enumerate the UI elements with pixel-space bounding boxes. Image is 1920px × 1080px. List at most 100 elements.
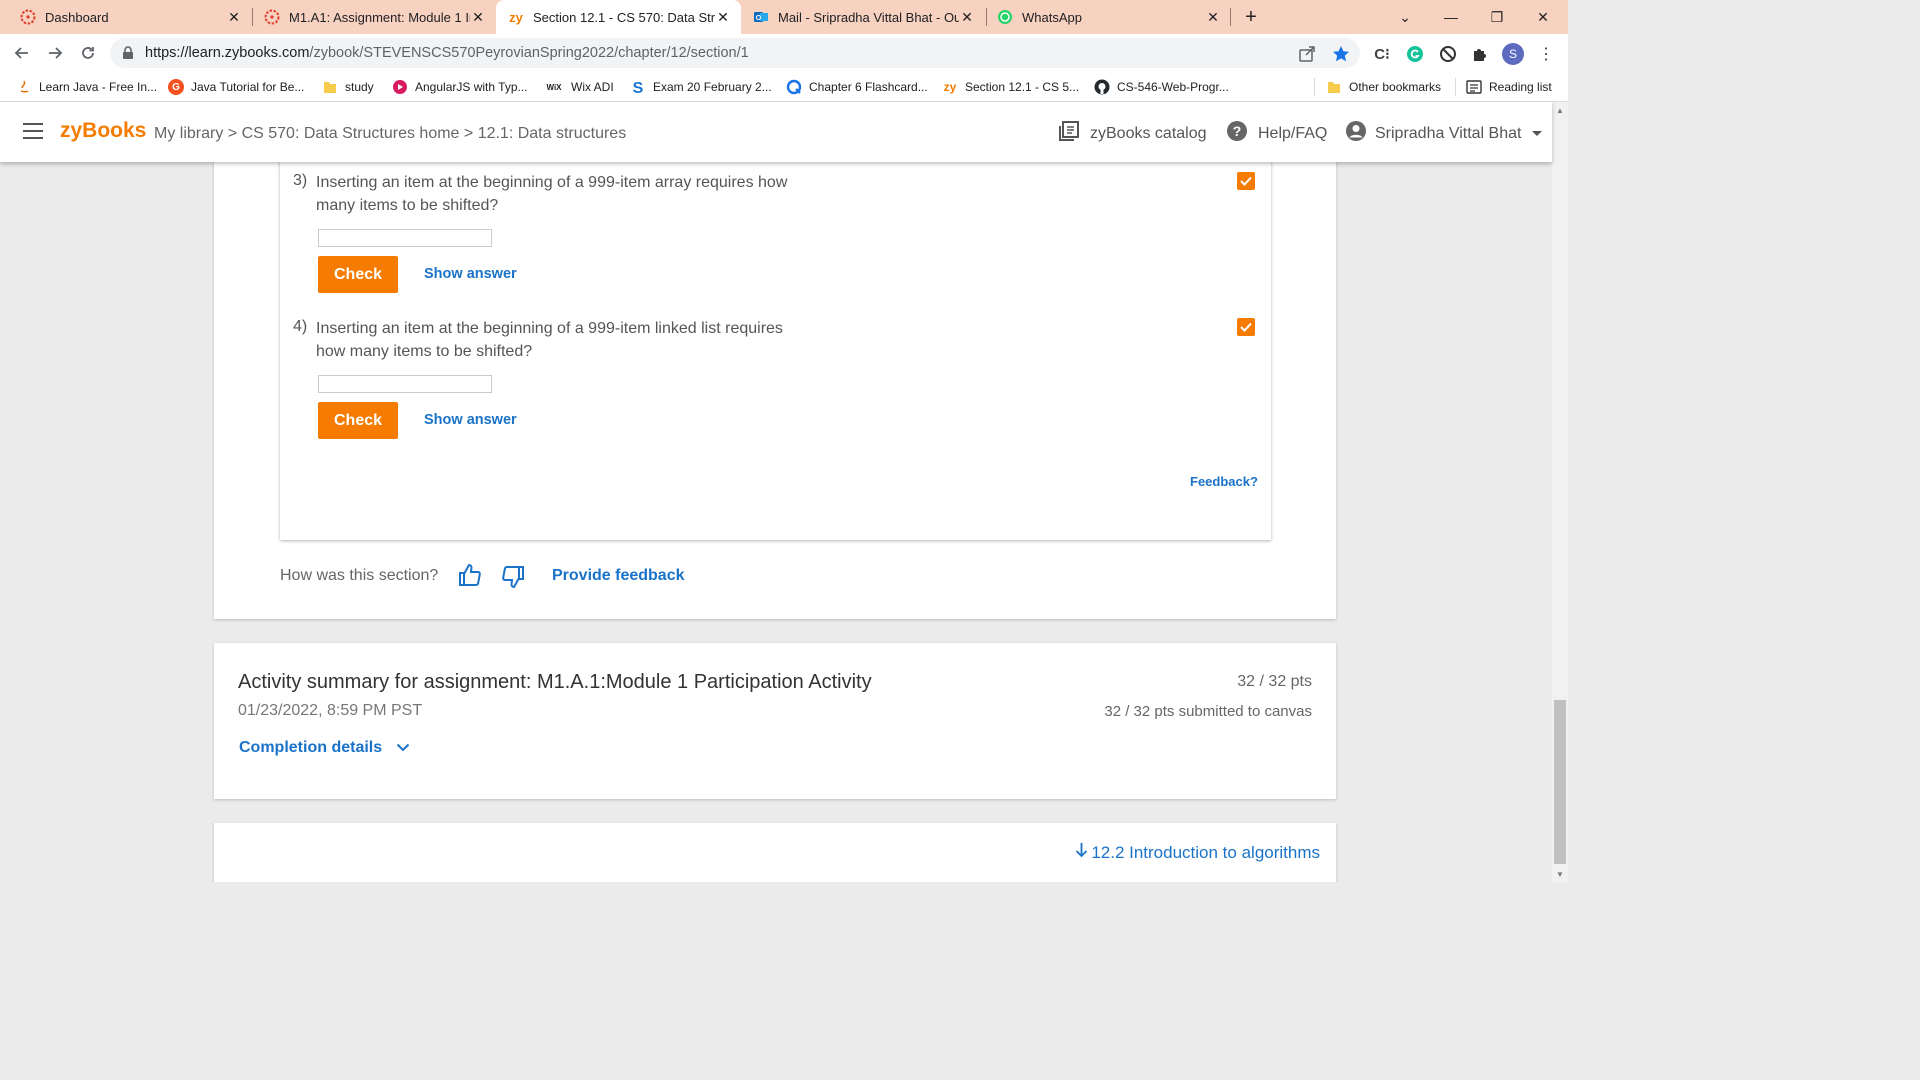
- restore-icon[interactable]: ❐: [1474, 0, 1520, 34]
- show-answer-link[interactable]: Show answer: [424, 266, 517, 282]
- answer-input[interactable]: [318, 229, 492, 247]
- bookmark-divider: [1455, 78, 1456, 96]
- activity-summary-card: Activity summary for assignment: M1.A.1:…: [214, 643, 1336, 799]
- close-window-icon[interactable]: ✕: [1520, 0, 1566, 34]
- menu-icon[interactable]: [23, 123, 43, 141]
- tab-dashboard[interactable]: Dashboard ✕: [0, 0, 252, 34]
- section-card: Check Show answer 3) Inserting an item a…: [214, 162, 1336, 619]
- reload-icon[interactable]: [74, 39, 102, 67]
- url-path: /zybook/STEVENSCS570PeyrovianSpring2022/…: [309, 45, 749, 61]
- completion-details-toggle[interactable]: Completion details: [239, 739, 410, 757]
- close-tab-icon[interactable]: ✕: [959, 9, 975, 25]
- chevron-down-icon: [1531, 125, 1543, 143]
- user-name: Sripradha Vittal Bhat: [1375, 124, 1522, 142]
- bookmark-label: Java Tutorial for Be...: [191, 80, 305, 94]
- participation-activity: Check Show answer 3) Inserting an item a…: [280, 162, 1271, 540]
- new-tab-icon[interactable]: +: [1240, 6, 1262, 28]
- tab-search-icon[interactable]: ⌄: [1382, 0, 1428, 34]
- bookmark-label: Chapter 6 Flashcard...: [809, 80, 928, 94]
- check-button[interactable]: Check: [318, 402, 398, 439]
- breadcrumb[interactable]: My library > CS 570: Data Structures hom…: [154, 125, 626, 143]
- url-bar[interactable]: https://learn.zybooks.com/zybook/STEVENS…: [110, 38, 1360, 68]
- help-icon: ?: [1226, 120, 1248, 147]
- bookmark-item[interactable]: CS-546-Web-Progr...: [1094, 78, 1229, 96]
- close-tab-icon[interactable]: ✕: [715, 9, 731, 25]
- bookmark-item[interactable]: G Java Tutorial for Be...: [168, 78, 304, 96]
- url-text: https://learn.zybooks.com/zybook/STEVENS…: [145, 45, 749, 61]
- bookmark-star-icon[interactable]: [1332, 45, 1350, 63]
- next-section-link[interactable]: 12.2 Introduction to algorithms: [1075, 842, 1320, 863]
- minimize-icon[interactable]: —: [1428, 0, 1474, 34]
- reading-list-icon: [1466, 79, 1482, 95]
- question-text: Inserting an item at the beginning of a …: [316, 320, 783, 360]
- rating-prompt: How was this section?: [280, 567, 439, 584]
- bookmark-item[interactable]: zy Section 12.1 - CS 5...: [942, 78, 1079, 96]
- main-content: Check Show answer 3) Inserting an item a…: [0, 162, 1552, 882]
- back-icon[interactable]: [8, 39, 36, 67]
- bookmark-label: study: [345, 80, 374, 94]
- question-text: Inserting an item at the beginning of a …: [316, 174, 788, 214]
- scroll-down-icon[interactable]: ▼: [1552, 866, 1568, 882]
- completion-details-label: Completion details: [239, 739, 383, 756]
- check-button[interactable]: Check: [318, 256, 398, 293]
- quizlet-icon: [786, 79, 802, 95]
- bookmark-label: Learn Java - Free In...: [39, 80, 158, 94]
- tutorial-icon: G: [168, 79, 184, 95]
- summary-submitted: 32 / 32 pts submitted to canvas: [1104, 703, 1312, 720]
- close-tab-icon[interactable]: ✕: [470, 9, 486, 25]
- scrollbar-thumb[interactable]: [1554, 700, 1566, 864]
- tab-title: WhatsApp: [1022, 9, 1082, 25]
- bookmark-item[interactable]: Chapter 6 Flashcard...: [786, 78, 928, 96]
- tab-mail[interactable]: O Mail - Sripradha Vittal Bhat - Out ✕: [741, 0, 985, 34]
- share-icon[interactable]: [1298, 45, 1316, 63]
- provide-feedback-link[interactable]: Provide feedback: [552, 567, 685, 585]
- feedback-link[interactable]: Feedback?: [1190, 474, 1258, 489]
- grammarly-icon[interactable]: [1405, 44, 1425, 64]
- blocker-icon[interactable]: [1438, 44, 1458, 64]
- canvas-icon: [20, 9, 36, 25]
- question-number: 3): [293, 172, 308, 189]
- bookmark-label: Section 12.1 - CS 5...: [965, 80, 1080, 94]
- reading-list[interactable]: Reading list: [1466, 78, 1552, 96]
- bookmark-item[interactable]: WiX Wix ADI: [544, 78, 613, 96]
- bookmarks-bar: Learn Java - Free In... G Java Tutorial …: [0, 72, 1568, 102]
- completed-check-icon: [1237, 318, 1255, 336]
- tab-title: Dashboard: [45, 9, 109, 25]
- completed-check-icon: [1237, 172, 1255, 190]
- arrow-down-icon: [1075, 842, 1088, 863]
- tab-title: Mail - Sripradha Vittal Bhat - Out: [778, 9, 959, 25]
- answer-input[interactable]: [318, 375, 492, 393]
- udemy-play-icon: [392, 79, 408, 95]
- other-bookmarks[interactable]: Other bookmarks: [1326, 78, 1441, 96]
- chrome-menu-icon[interactable]: ⋮: [1536, 44, 1556, 64]
- browser-tabstrip: Dashboard ✕ M1.A1: Assignment: Module 1 …: [0, 0, 1568, 34]
- help-link[interactable]: ? Help/FAQ: [1226, 120, 1327, 147]
- github-icon: [1094, 79, 1110, 95]
- tab-assignment[interactable]: M1.A1: Assignment: Module 1 Int ✕: [244, 0, 496, 34]
- catalog-icon: [1058, 120, 1080, 147]
- bookmark-item[interactable]: S Exam 20 February 2...: [630, 78, 772, 96]
- user-menu[interactable]: Sripradha Vittal Bhat: [1345, 120, 1543, 147]
- page-scrollbar[interactable]: ▲ ▼: [1552, 102, 1568, 882]
- extension-c-icon[interactable]: C⁝: [1372, 44, 1392, 64]
- forward-icon[interactable]: [41, 39, 69, 67]
- extensions-puzzle-icon[interactable]: [1470, 44, 1490, 64]
- bookmark-item[interactable]: Learn Java - Free In...: [16, 78, 157, 96]
- thumbs-up-icon[interactable]: [457, 562, 483, 588]
- tab-whatsapp[interactable]: WhatsApp ✕: [987, 0, 1231, 34]
- tab-section-active[interactable]: zy Section 12.1 - CS 570: Data Struc ✕: [496, 0, 741, 34]
- profile-avatar[interactable]: S: [1502, 43, 1524, 65]
- folder-icon: [322, 79, 338, 95]
- bookmark-divider: [1314, 78, 1315, 96]
- catalog-link[interactable]: zyBooks catalog: [1058, 120, 1207, 147]
- bookmark-folder[interactable]: study: [322, 78, 374, 96]
- thumbs-down-icon[interactable]: [500, 564, 526, 590]
- close-tab-icon[interactable]: ✕: [1205, 9, 1221, 25]
- bookmark-item[interactable]: AngularJS with Typ...: [392, 78, 528, 96]
- bookmark-label: Other bookmarks: [1349, 80, 1442, 94]
- zybooks-logo[interactable]: zyBooks: [60, 119, 146, 143]
- close-tab-icon[interactable]: ✕: [226, 9, 242, 25]
- scroll-up-icon[interactable]: ▲: [1552, 102, 1568, 118]
- chevron-down-icon: [396, 739, 410, 757]
- show-answer-link[interactable]: Show answer: [424, 412, 517, 428]
